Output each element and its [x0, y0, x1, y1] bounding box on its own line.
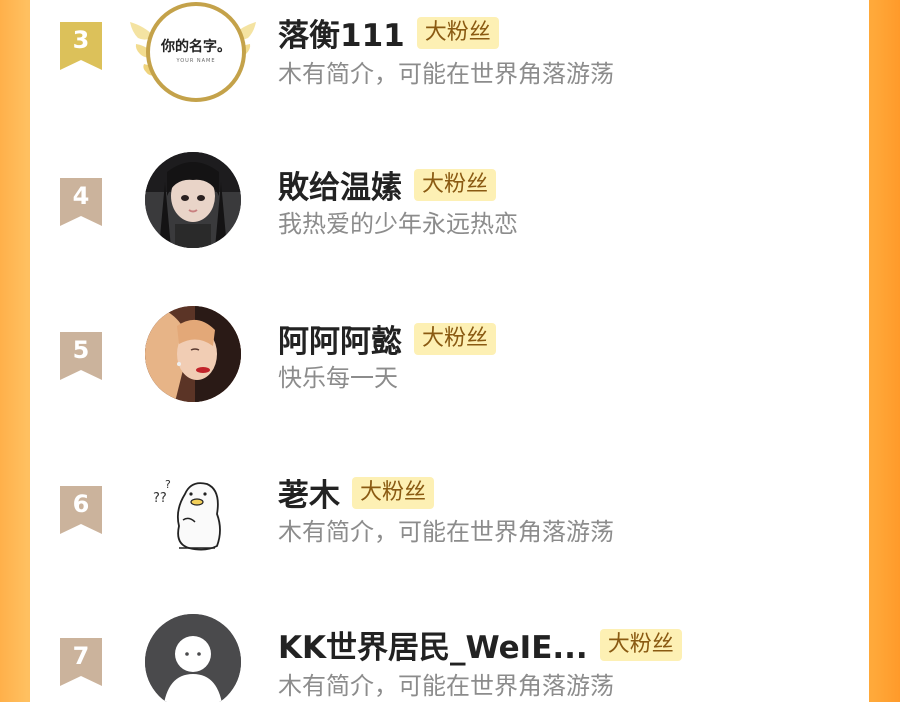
rank-ribbon-bronze-icon: 5 — [60, 332, 102, 380]
fan-level-badge: 大粉丝 — [352, 476, 435, 509]
fan-list-item[interactable]: 3 你的名字。 YOUR NAME 落衡111 大粉丝 木有简介，可能在世界角落… — [30, 0, 869, 110]
fan-bio: 快乐每一天 — [278, 364, 398, 392]
avatar[interactable]: 你的名字。 YOUR NAME — [146, 2, 246, 102]
rank-number: 4 — [72, 182, 90, 210]
fan-name-line: 落衡111 大粉丝 — [278, 10, 499, 55]
fan-bio: 木有简介，可能在世界角落游荡 — [278, 672, 614, 700]
fan-level-badge: 大粉丝 — [414, 168, 497, 201]
rank-ribbon-gold-icon: 3 — [60, 22, 102, 70]
fan-name[interactable]: 阿阿阿懿 — [278, 316, 402, 361]
avatar-logo-text: 你的名字。 — [161, 39, 231, 55]
rank-ribbon-bronze-icon: 7 — [60, 638, 102, 686]
avatar[interactable] — [145, 306, 241, 402]
fan-name-line: 荖木 大粉丝 — [278, 470, 435, 515]
rank-number: 6 — [72, 490, 90, 518]
avatar[interactable]: ?? ? — [145, 460, 241, 556]
fan-list-item[interactable]: 4 敗给温嫊 大粉丝 我热爱的少年永远热恋 — [30, 146, 869, 256]
avatar-logo-subtext: YOUR NAME — [176, 58, 216, 64]
fan-name[interactable]: 敗给温嫊 — [278, 162, 402, 207]
fan-list-item[interactable]: 7 KK世界居民_WeIE... 大粉丝 木有简介，可能在世界角落游荡 — [30, 608, 869, 702]
fan-name[interactable]: 荖木 — [278, 470, 340, 515]
name-card-avatar-icon: 你的名字。 YOUR NAME — [150, 36, 242, 64]
avatar[interactable] — [145, 152, 241, 248]
fan-level-badge: 大粉丝 — [414, 322, 497, 355]
default-user-avatar-icon — [145, 614, 241, 702]
fan-level-badge: 大粉丝 — [416, 16, 499, 49]
fan-bio: 木有简介，可能在世界角落游荡 — [278, 60, 614, 88]
rank-ribbon-bronze-icon: 4 — [60, 178, 102, 226]
fan-level-badge: 大粉丝 — [599, 628, 682, 661]
svg-text:?: ? — [165, 478, 171, 491]
rank-number: 5 — [72, 336, 90, 364]
rank-number: 7 — [72, 642, 90, 670]
fan-bio: 木有简介，可能在世界角落游荡 — [278, 518, 614, 546]
avatar[interactable] — [145, 614, 241, 702]
fan-bio: 我热爱的少年永远热恋 — [278, 210, 518, 238]
fan-ranking-panel: 3 你的名字。 YOUR NAME 落衡111 大粉丝 木有简介，可能在世界角落… — [30, 0, 869, 702]
fan-name-line: 阿阿阿懿 大粉丝 — [278, 316, 497, 361]
girl-photo-avatar-icon — [145, 306, 241, 402]
girl-photo-avatar-icon — [145, 152, 241, 248]
rank-ribbon-bronze-icon: 6 — [60, 486, 102, 534]
confused-duck-avatar-icon: ?? ? — [145, 460, 241, 556]
rank-number: 3 — [72, 26, 90, 54]
fan-name-line: KK世界居民_WeIE... 大粉丝 — [278, 622, 682, 667]
svg-text:??: ?? — [153, 491, 167, 506]
fan-name[interactable]: 落衡111 — [278, 10, 405, 55]
fan-list-item[interactable]: 6 ?? ? 荖木 大粉丝 木有简介，可能在世界角落游荡 — [30, 454, 869, 564]
fan-list-item[interactable]: 5 阿阿阿懿 大粉丝 快乐每一天 — [30, 300, 869, 410]
fan-name-line: 敗给温嫊 大粉丝 — [278, 162, 497, 207]
fan-name[interactable]: KK世界居民_WeIE... — [278, 622, 588, 667]
